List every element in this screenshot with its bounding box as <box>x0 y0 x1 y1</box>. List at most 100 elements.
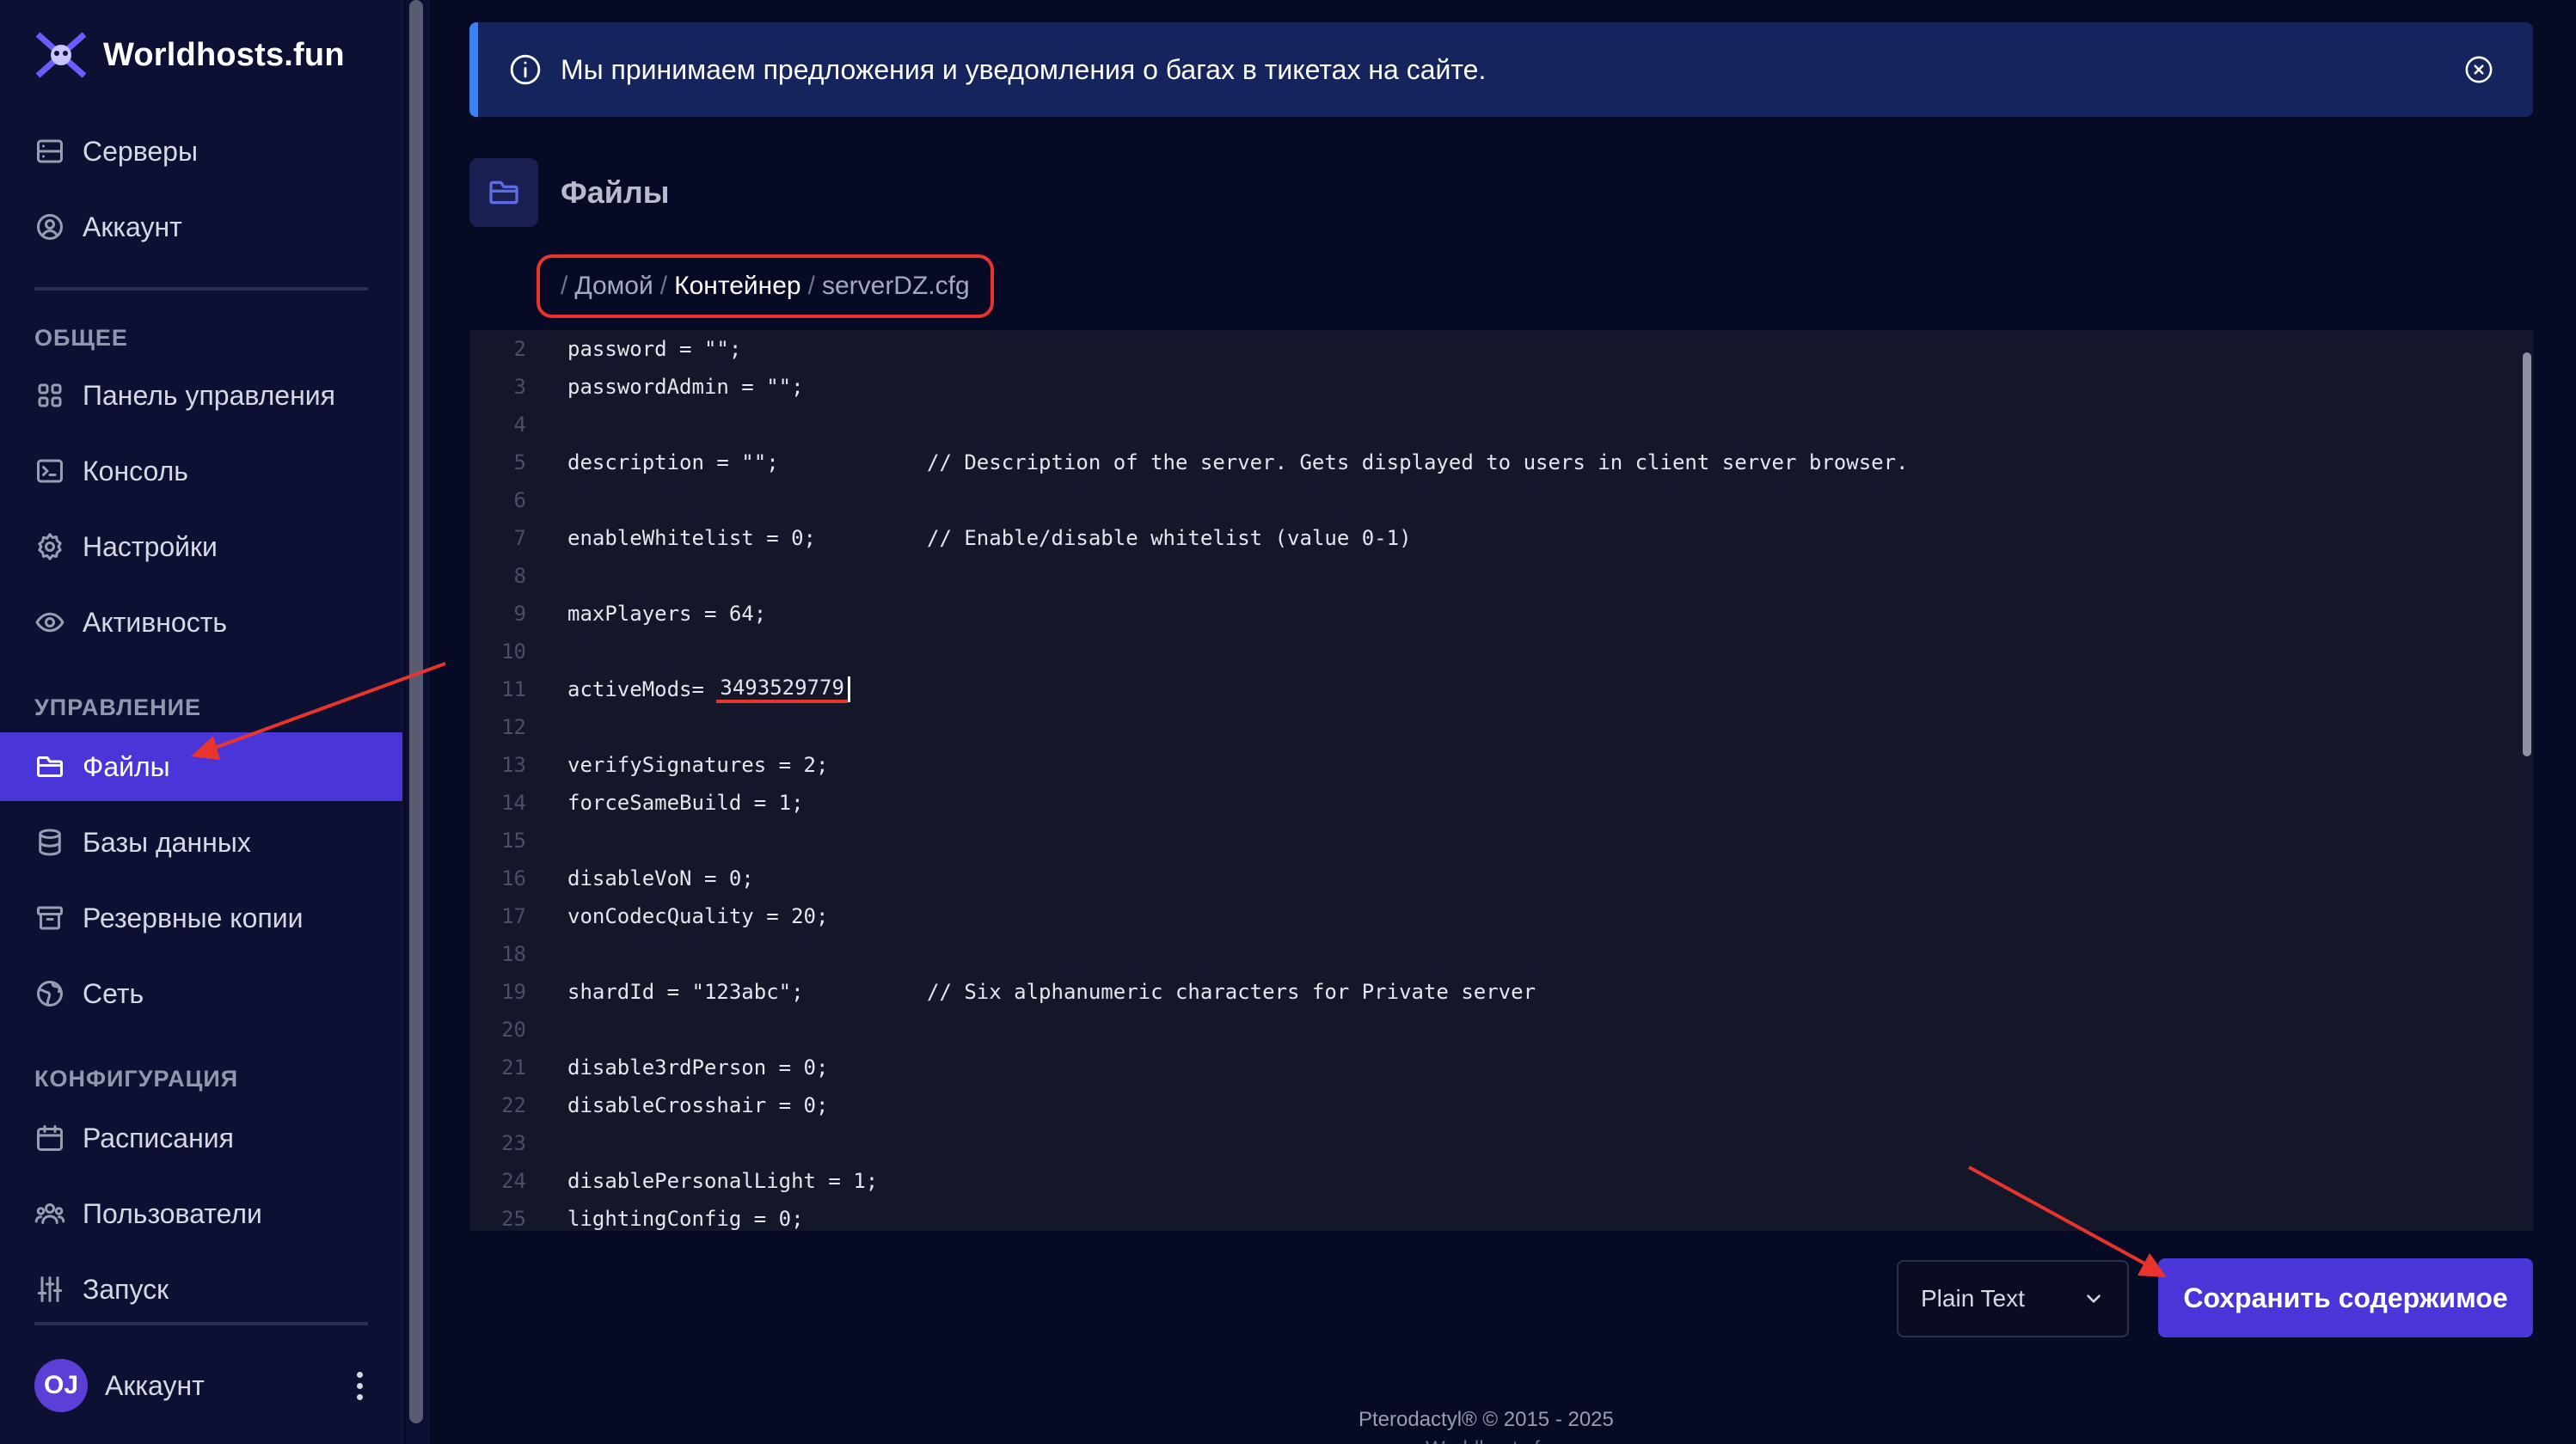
grid-icon <box>34 380 65 411</box>
breadcrumb-current-file: serverDZ.cfg <box>821 272 970 300</box>
line-number: 2 <box>513 337 526 361</box>
code-line[interactable]: 2 password = ""; <box>469 330 2481 368</box>
line-number: 15 <box>501 829 526 853</box>
code-line[interactable]: 5 description = ""; // Description of the … <box>469 444 2481 481</box>
sidebar-item-label: Резервные копии <box>83 902 304 933</box>
breadcrumb-separator: / <box>561 272 568 300</box>
sidebar-item-console[interactable]: Консоль <box>0 437 402 505</box>
code-line[interactable]: 4 <box>469 406 2481 444</box>
sidebar-item-account[interactable]: Аккаунт <box>0 193 402 261</box>
info-alert: Мы принимаем предложения и уведомления о… <box>469 22 2533 117</box>
code-text: lightingConfig = 0; <box>567 1207 804 1231</box>
user-circle-icon <box>34 211 65 242</box>
kebab-menu-icon[interactable] <box>351 1371 368 1400</box>
folder-icon <box>34 751 65 782</box>
breadcrumb: / Домой / Контейнер / serverDZ.cfg <box>537 254 994 318</box>
code-line[interactable]: 7 enableWhitelist = 0; // Enable/disable w… <box>469 519 2481 557</box>
code-text: enableWhitelist = 0; <box>567 526 816 550</box>
line-number: 4 <box>513 413 526 437</box>
sidebar: Worldhosts.fun Серверы Аккаунт ОБЩЕЕ Пан… <box>0 0 404 1444</box>
eye-icon <box>34 607 65 638</box>
line-number: 24 <box>501 1169 526 1193</box>
sidebar-item-dashboard[interactable]: Панель управления <box>0 361 402 430</box>
server-icon <box>34 136 65 167</box>
code-line[interactable]: 10 <box>469 633 2481 670</box>
code-text: vonCodecQuality = 20; <box>567 904 829 928</box>
sidebar-item-label: Сеть <box>83 977 144 1009</box>
sidebar-item-label: Серверы <box>83 135 198 167</box>
active-mods-value[interactable]: 3493529779 <box>716 676 848 703</box>
code-comment: // Six alphanumeric characters for Priva… <box>927 980 1536 1004</box>
code-line[interactable]: 25 lightingConfig = 0; <box>469 1200 2481 1231</box>
syntax-mode-select[interactable]: Plain Text <box>1897 1260 2129 1337</box>
sidebar-item-startup[interactable]: Запуск <box>0 1255 402 1324</box>
sidebar-divider <box>34 1322 368 1325</box>
code-text: disable3rdPerson = 0; <box>567 1055 829 1080</box>
line-number: 13 <box>501 753 526 777</box>
sidebar-item-label: Активность <box>83 606 228 638</box>
globe-icon <box>34 978 65 1009</box>
code-line[interactable]: 18 <box>469 935 2481 973</box>
line-number: 12 <box>501 715 526 739</box>
line-number: 23 <box>501 1131 526 1155</box>
code-line[interactable]: 20 <box>469 1011 2481 1049</box>
code-line[interactable]: 12 <box>469 708 2481 746</box>
sidebar-item-files[interactable]: Файлы <box>0 732 402 801</box>
sidebar-item-network[interactable]: Сеть <box>0 959 402 1028</box>
brand-logo[interactable]: Worldhosts.fun <box>34 29 345 81</box>
sidebar-item-label: Запуск <box>83 1273 169 1305</box>
sidebar-scrollbar[interactable] <box>409 0 423 1423</box>
sidebar-item-users[interactable]: Пользователи <box>0 1179 402 1248</box>
code-line[interactable]: 11 activeMods= 3493529779 <box>469 670 2481 708</box>
page-header: Файлы <box>469 158 670 227</box>
code-line[interactable]: 6 <box>469 481 2481 519</box>
code-comment: // Description of the server. Gets displ… <box>927 450 1909 474</box>
brand-name: Worldhosts.fun <box>103 36 345 73</box>
sidebar-item-databases[interactable]: Базы данных <box>0 808 402 877</box>
code-line[interactable]: 24 disablePersonalLight = 1; <box>469 1162 2481 1200</box>
breadcrumb-separator: / <box>807 272 815 300</box>
chevron-down-icon <box>2087 1294 2101 1303</box>
line-number: 19 <box>501 980 526 1004</box>
code-line[interactable]: 8 <box>469 557 2481 595</box>
code-editor[interactable]: 2 password = ""; 3 passwordAdmin = ""; 4 5 des… <box>469 330 2533 1231</box>
code-line[interactable]: 3 passwordAdmin = ""; <box>469 368 2481 406</box>
calendar-icon <box>34 1123 65 1153</box>
line-number: 22 <box>501 1093 526 1117</box>
app-root: Worldhosts.fun Серверы Аккаунт ОБЩЕЕ Пан… <box>0 0 2576 1444</box>
sidebar-item-backups[interactable]: Резервные копии <box>0 884 402 952</box>
code-line[interactable]: 19 shardId = "123abc"; // Six alphanumeric… <box>469 973 2481 1011</box>
code-line[interactable]: 17 vonCodecQuality = 20; <box>469 897 2481 935</box>
account-menu[interactable]: OJ Аккаунт <box>34 1358 368 1413</box>
sidebar-item-label: Пользователи <box>83 1197 262 1229</box>
breadcrumb-home-link[interactable]: Домой <box>574 272 653 301</box>
sidebar-item-label: Панель управления <box>83 379 335 411</box>
code-line[interactable]: 13 verifySignatures = 2; <box>469 746 2481 784</box>
sidebar-item-settings[interactable]: Настройки <box>0 512 402 581</box>
folder-icon <box>489 180 518 205</box>
line-number: 14 <box>501 791 526 815</box>
sidebar-item-label: Базы данных <box>83 826 251 858</box>
line-number: 21 <box>501 1055 526 1080</box>
code-line[interactable]: 16 disableVoN = 0; <box>469 860 2481 897</box>
sidebar-item-schedules[interactable]: Расписания <box>0 1104 402 1172</box>
page-title: Файлы <box>561 174 670 210</box>
sidebar-item-activity[interactable]: Активность <box>0 588 402 657</box>
editor-scrollbar[interactable] <box>2523 352 2531 756</box>
close-icon[interactable] <box>2464 55 2493 84</box>
code-line[interactable]: 23 <box>469 1124 2481 1162</box>
code-line[interactable]: 14 forceSameBuild = 1; <box>469 784 2481 822</box>
code-line[interactable]: 22 disableCrosshair = 0; <box>469 1086 2481 1124</box>
sidebar-item-servers[interactable]: Серверы <box>0 117 402 186</box>
code-comment: // Enable/disable whitelist (value 0-1) <box>927 526 1412 550</box>
logo-icon <box>35 32 87 78</box>
code-line[interactable]: 9 maxPlayers = 64; <box>469 595 2481 633</box>
breadcrumb-folder-link[interactable]: Контейнер <box>674 272 801 301</box>
account-name: Аккаунт <box>105 1369 205 1401</box>
line-number: 7 <box>513 526 526 550</box>
breadcrumb-separator: / <box>659 272 668 300</box>
save-content-button[interactable]: Сохранить содержимое <box>2158 1258 2533 1337</box>
line-number: 25 <box>501 1207 526 1231</box>
code-line[interactable]: 21 disable3rdPerson = 0; <box>469 1049 2481 1086</box>
code-line[interactable]: 15 <box>469 822 2481 860</box>
